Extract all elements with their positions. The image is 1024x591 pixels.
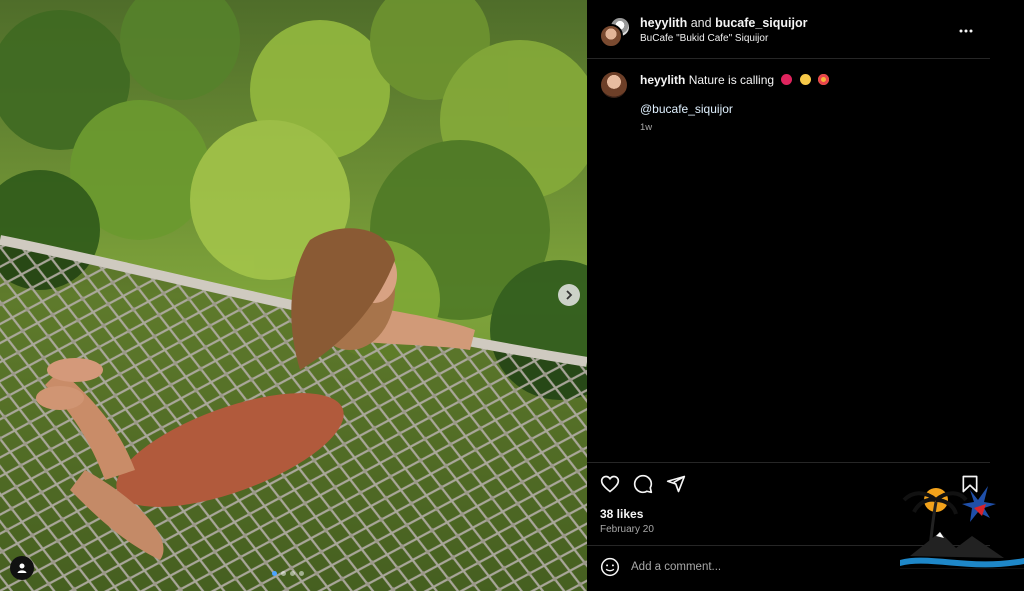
more-options-button[interactable] bbox=[959, 20, 973, 36]
post-photo[interactable] bbox=[0, 0, 587, 591]
post-date: February 20 bbox=[600, 524, 654, 535]
comment-input[interactable] bbox=[631, 558, 921, 576]
emoji-picker-button[interactable] bbox=[600, 557, 620, 577]
like-button[interactable] bbox=[600, 474, 620, 494]
carousel-next-button[interactable] bbox=[558, 284, 580, 306]
caption-time: 1w bbox=[640, 122, 653, 133]
comment-button[interactable] bbox=[633, 474, 653, 494]
user-tag-icon bbox=[17, 563, 27, 573]
comment-icon bbox=[633, 474, 653, 494]
share-button[interactable] bbox=[666, 474, 686, 494]
caption-avatar[interactable] bbox=[601, 72, 627, 98]
divider bbox=[587, 462, 990, 463]
photo-illustration bbox=[0, 0, 587, 591]
user-tag-button[interactable] bbox=[10, 556, 34, 580]
post-header: heyylith and bucafe_siquijor BuCafe "Buk… bbox=[587, 0, 990, 59]
carousel-dot bbox=[281, 571, 286, 576]
heart-icon bbox=[600, 475, 620, 493]
collab-avatars[interactable] bbox=[599, 16, 631, 48]
more-horizontal-icon bbox=[959, 29, 973, 33]
smiley-icon bbox=[600, 557, 620, 577]
carousel-dot bbox=[272, 571, 277, 576]
header-usernames: heyylith and bucafe_siquijor bbox=[640, 16, 807, 30]
carousel-dots bbox=[272, 571, 304, 576]
carousel-dot bbox=[290, 571, 295, 576]
watermark-logo bbox=[900, 478, 1024, 586]
telephone-receiver-icon bbox=[781, 74, 793, 85]
collaborator-username[interactable]: bucafe_siquijor bbox=[715, 16, 807, 30]
ok-hand-icon bbox=[799, 74, 811, 85]
location-link[interactable]: BuCafe "Bukid Cafe" Siquijor bbox=[640, 33, 768, 44]
author-avatar bbox=[599, 24, 623, 48]
smiling-heart-eyes-icon bbox=[818, 74, 830, 85]
palm-mountain-logo-icon bbox=[900, 486, 1024, 569]
mention-link[interactable]: @bucafe_siquijor bbox=[640, 102, 733, 116]
and-text: and bbox=[690, 16, 712, 30]
author-username[interactable]: heyylith bbox=[640, 16, 687, 30]
caption-username[interactable]: heyylith bbox=[640, 73, 685, 87]
chevron-right-icon bbox=[566, 290, 573, 300]
carousel-dot bbox=[299, 571, 304, 576]
caption: heyylith Nature is calling bbox=[640, 73, 830, 87]
caption-text: Nature is calling bbox=[688, 73, 775, 87]
send-icon bbox=[666, 475, 686, 493]
likes-count[interactable]: 38 likes bbox=[600, 507, 643, 521]
